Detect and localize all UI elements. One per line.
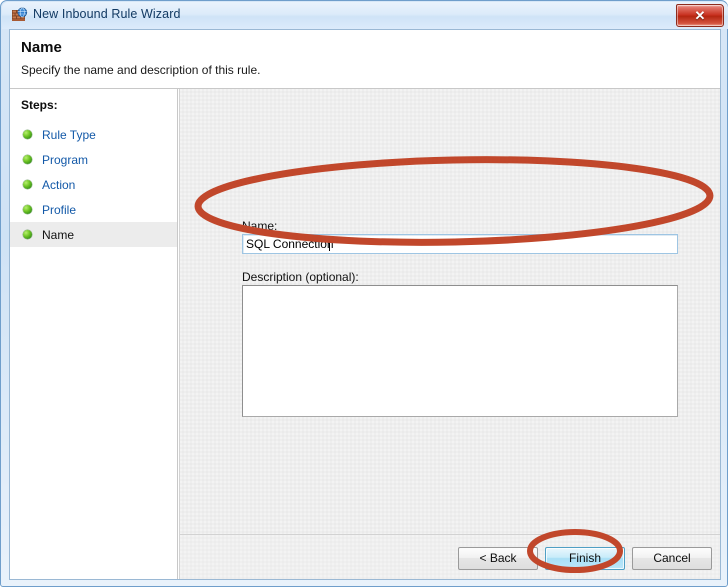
steps-heading: Steps: [21, 98, 58, 112]
sidebar-item-profile[interactable]: Profile [10, 197, 177, 222]
wizard-content-panel: Name: Description (optional): < Back Fin… [179, 89, 720, 579]
step-bullet-icon [23, 155, 32, 164]
back-button[interactable]: < Back [458, 547, 538, 570]
sidebar-item-rule-type[interactable]: Rule Type [10, 122, 177, 147]
window-title: New Inbound Rule Wizard [33, 7, 181, 21]
sidebar-item-label: Name [42, 227, 75, 242]
step-bullet-icon [23, 180, 32, 189]
description-label: Description (optional): [242, 270, 359, 284]
sidebar-item-label: Profile [42, 202, 77, 217]
wizard-window: New Inbound Rule Wizard ✕ Name Specify t… [0, 0, 728, 587]
close-button[interactable]: ✕ [676, 4, 724, 27]
sidebar-item-program[interactable]: Program [10, 147, 177, 172]
text-caret [329, 237, 330, 251]
close-icon: ✕ [694, 7, 706, 23]
wizard-header: Name Specify the name and description of… [10, 30, 720, 89]
wizard-client-area: Name Specify the name and description of… [9, 29, 721, 580]
firewall-globe-icon [11, 7, 28, 21]
wizard-button-bar: < Back Finish Cancel [180, 534, 720, 579]
sidebar-item-label: Program [42, 152, 89, 167]
step-bullet-icon [23, 130, 32, 139]
step-bullet-icon [23, 230, 32, 239]
sidebar-item-label: Rule Type [42, 127, 96, 142]
steps-list: Rule Type Program Action Profile Name [10, 122, 177, 247]
sidebar-item-name[interactable]: Name [10, 222, 177, 247]
step-bullet-icon [23, 205, 32, 214]
title-bar[interactable]: New Inbound Rule Wizard ✕ [2, 2, 728, 29]
name-label: Name: [242, 219, 278, 233]
page-subtitle: Specify the name and description of this… [21, 63, 261, 77]
sidebar-item-action[interactable]: Action [10, 172, 177, 197]
sidebar-item-label: Action [42, 177, 76, 192]
finish-button[interactable]: Finish [545, 547, 625, 570]
page-title: Name [21, 39, 62, 56]
description-textarea[interactable] [242, 285, 678, 417]
cancel-button[interactable]: Cancel [632, 547, 712, 570]
steps-sidebar: Steps: Rule Type Program Action Profile … [10, 89, 178, 579]
name-input[interactable] [242, 234, 678, 254]
